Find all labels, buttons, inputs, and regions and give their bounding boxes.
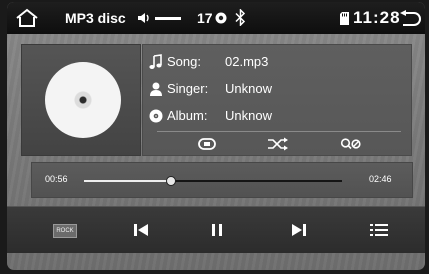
home-icon[interactable] (15, 8, 39, 28)
pause-icon[interactable] (207, 221, 227, 239)
track-info-panel: Song: 02.mp3 Singer: Unknow Album: Unknow (142, 44, 412, 156)
playlist-icon[interactable] (369, 221, 389, 239)
disc-icon (45, 62, 121, 138)
elapsed-time: 00:56 (45, 174, 68, 184)
album-cover-panel (21, 44, 141, 156)
control-bar: ROCK (7, 206, 425, 253)
volume-level: 17 (197, 10, 213, 26)
album-label: Album: (167, 108, 208, 123)
next-icon[interactable] (289, 221, 309, 239)
seek-bar-played (84, 180, 171, 182)
seek-bar[interactable] (84, 176, 342, 186)
singer-label: Singer: (167, 81, 209, 96)
person-icon (150, 82, 162, 96)
sd-card-icon (340, 12, 349, 25)
eq-preset-button[interactable]: ROCK (53, 224, 77, 238)
volume-dot-icon (215, 12, 227, 24)
seek-knob[interactable] (165, 176, 176, 186)
album-icon (149, 109, 163, 123)
divider (157, 131, 401, 132)
singer-row: Singer: Unknow (150, 80, 272, 98)
volume-bar (155, 17, 181, 20)
music-note-icon (149, 54, 162, 69)
source-label: MP3 disc (65, 10, 126, 26)
screen: MP3 disc 17 11:28 Song: 02.mp3 Singer: U… (7, 2, 425, 270)
album-row: Album: Unknow (149, 107, 272, 125)
bluetooth-icon (235, 9, 246, 26)
back-icon[interactable] (399, 10, 421, 26)
shuffle-icon[interactable] (267, 137, 289, 151)
status-bar: MP3 disc 17 11:28 (7, 2, 425, 34)
song-value: 02.mp3 (225, 54, 269, 69)
previous-icon[interactable] (131, 221, 151, 239)
total-time: 02:46 (369, 174, 392, 184)
clock: 11:28 (353, 8, 401, 27)
volume-icon (138, 13, 149, 23)
song-label: Song: (167, 54, 201, 69)
singer-value: Unknow (225, 81, 272, 96)
search-icon[interactable] (340, 137, 362, 151)
album-value: Unknow (225, 108, 272, 123)
progress-panel: 00:56 02:46 (31, 162, 413, 198)
repeat-icon[interactable] (197, 137, 219, 151)
song-row: Song: 02.mp3 (149, 53, 269, 71)
